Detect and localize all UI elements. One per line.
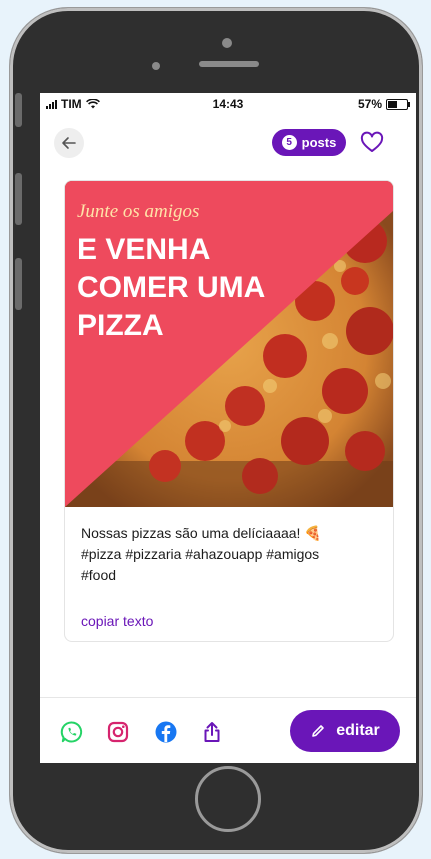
copy-text-link[interactable]: copiar texto	[81, 613, 153, 629]
battery-icon	[386, 98, 410, 110]
home-button[interactable]	[195, 766, 261, 832]
post-caption: Nossas pizzas são uma delíciaaaa! 🍕 #piz…	[81, 523, 381, 586]
heart-icon[interactable]	[360, 131, 384, 155]
mute-switch	[15, 93, 22, 127]
caption-line: #pizza #pizzaria #ahazouapp #amigos	[81, 546, 320, 562]
share-icon[interactable]	[200, 720, 224, 744]
battery-fill	[388, 100, 397, 108]
post-card: Junte os amigos E VENHA COMER UMA PIZZA …	[64, 180, 394, 642]
arrow-left-icon	[62, 137, 76, 149]
volume-up-button	[15, 173, 22, 225]
headline-line-2: COMER UMA	[77, 271, 265, 304]
caption-line: Nossas pizzas são uma delíciaaaa! 🍕	[81, 525, 322, 541]
battery-percent: 57%	[357, 97, 382, 111]
caption-line: #food	[81, 567, 117, 583]
headline-line-1: E VENHA	[77, 233, 210, 266]
back-button[interactable]	[54, 128, 84, 158]
instagram-icon[interactable]	[106, 720, 130, 744]
whatsapp-icon[interactable]	[60, 720, 84, 744]
pizza-board	[65, 461, 393, 507]
headline-line-3: PIZZA	[77, 309, 164, 342]
edit-label: editar	[336, 722, 380, 739]
facebook-icon[interactable]	[154, 720, 178, 744]
edit-button[interactable]: editar	[290, 710, 400, 752]
front-camera	[152, 62, 160, 70]
pencil-icon	[312, 725, 325, 737]
posts-label: posts	[301, 135, 337, 150]
post-image: Junte os amigos E VENHA COMER UMA PIZZA	[65, 181, 393, 507]
post-script-text: Junte os amigos	[77, 201, 199, 222]
phone-frame: TIM 14:43 57% 5 posts Junte os amigos E …	[10, 8, 422, 853]
sensor	[222, 38, 232, 48]
posts-count: 5	[281, 135, 297, 150]
status-right: 57%	[357, 97, 410, 111]
posts-count-badge[interactable]: 5 posts	[272, 129, 346, 156]
bottom-action-bar: editar	[40, 697, 416, 763]
earpiece-speaker	[199, 61, 259, 67]
status-bar: TIM 14:43 57%	[40, 93, 416, 117]
app-screen: TIM 14:43 57% 5 posts Junte os amigos E …	[40, 93, 416, 763]
volume-down-button	[15, 258, 22, 310]
